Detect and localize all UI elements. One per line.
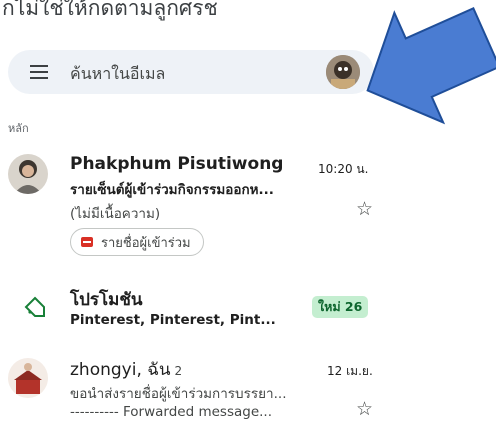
star-icon[interactable]: ☆ [356, 198, 373, 220]
thread-count: 2 [174, 364, 183, 378]
new-count-badge: ใหม่ 26 [312, 296, 369, 318]
email-time: 10:20 น. [318, 162, 369, 176]
email-sender: Phakphum Pisutiwong [70, 154, 284, 174]
sender-names: zhongyi, ฉัน [70, 360, 171, 380]
email-snippet: ---------- Forwarded message... [70, 404, 273, 420]
sender-avatar [8, 154, 48, 194]
section-label: หลัก [8, 122, 29, 135]
tag-icon [24, 296, 45, 317]
sender-avatar [8, 358, 48, 398]
email-subject: รายเซ็นต์ผู้เข้าร่วมกิจกรรมออกห... [70, 182, 274, 198]
star-icon[interactable]: ☆ [356, 398, 373, 420]
arrow-annotation [366, 7, 496, 125]
email-subject: ขอนำส่งรายชื่อผู้เข้าร่วมการบรรยา... [70, 386, 287, 402]
email-sender: zhongyi, ฉัน 2 [70, 356, 182, 383]
pdf-icon [81, 237, 93, 247]
attachment-chip[interactable]: รายชื่อผู้เข้าร่วม [70, 228, 204, 256]
email-sender: โปรโมชัน [70, 290, 143, 310]
attachment-name: รายชื่อผู้เข้าร่วม [101, 235, 191, 251]
email-row[interactable]: Phakphum Pisutiwong 10:20 น. รายเซ็นต์ผู… [0, 148, 496, 266]
email-row-promotions[interactable]: โปรโมชัน ใหม่ 26 Pinterest, Pinterest, P… [0, 282, 496, 338]
email-time: 12 เม.ย. [327, 364, 373, 378]
email-snippet: (ไม่มีเนื้อความ) [70, 206, 161, 222]
email-row[interactable]: zhongyi, ฉัน 2 12 เม.ย. ขอนำส่งรายชื่อผู้… [0, 352, 496, 424]
email-subject: Pinterest, Pinterest, Pint... [70, 312, 276, 328]
